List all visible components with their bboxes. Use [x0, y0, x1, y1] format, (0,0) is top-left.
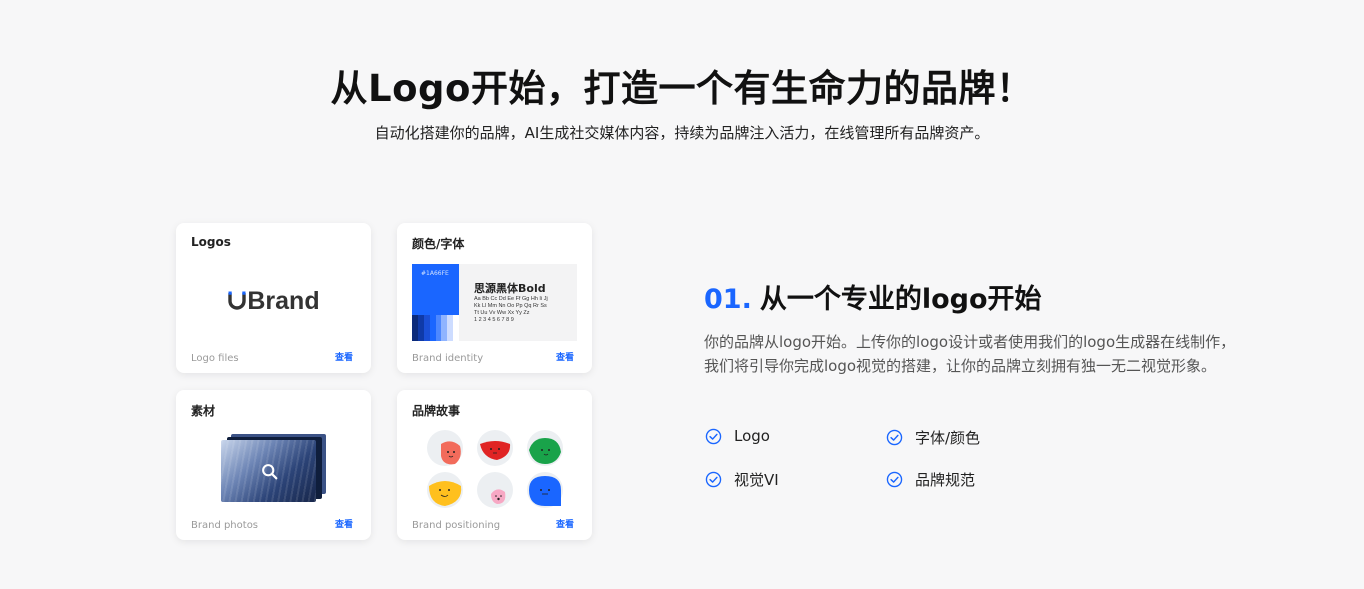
- logos-card[interactable]: Logos Brand Logo files 查看: [176, 223, 371, 373]
- font-sample-line: Aa Bb Cc Dd Ee Ff Gg Hh Ii Jj: [474, 296, 548, 302]
- emoji-face-icon: [477, 430, 513, 466]
- check-item-label: Logo: [734, 427, 770, 445]
- emoji-face-icon: [527, 430, 563, 466]
- brand-logo: Brand: [176, 287, 371, 316]
- card-footer: Brand identity: [412, 353, 484, 364]
- search-icon: [262, 464, 278, 480]
- emoji-face-icon: [477, 472, 513, 508]
- building-photo: [221, 440, 316, 502]
- color-ramp: [412, 315, 459, 341]
- color-ramp-step: [453, 315, 459, 341]
- story-card[interactable]: 品牌故事 Brand positioning 查看: [397, 390, 592, 540]
- view-identity-link[interactable]: 查看: [556, 350, 574, 363]
- brand-logo-text: Brand: [247, 287, 320, 315]
- font-name: 思源黑体Bold: [474, 282, 546, 295]
- card-title: Logos: [191, 235, 231, 249]
- check-circle-icon: [705, 428, 722, 444]
- card-title: 品牌故事: [412, 404, 461, 418]
- view-story-link[interactable]: 查看: [556, 517, 574, 530]
- card-title: 素材: [191, 404, 216, 418]
- emoji-face-icon: [427, 430, 463, 466]
- feature-title: 01. 从一个专业的logo开始: [704, 277, 1042, 316]
- color-swatch: #1A66FE: [412, 264, 459, 315]
- check-item-font-color: 字体/颜色: [886, 427, 980, 448]
- check-circle-icon: [886, 471, 903, 488]
- page-title: 从Logo开始，打造一个有生命力的品牌！: [330, 67, 1034, 110]
- font-sample-line: Kk Ll Mm Nn Oo Pp Qq Rr Ss: [474, 303, 547, 309]
- check-circle-icon: [705, 471, 722, 488]
- feature-title-text: 从一个专业的logo开始: [759, 284, 1042, 315]
- photo-stack: [221, 434, 326, 504]
- emoji-face-icon: [527, 472, 563, 508]
- identity-panel: #1A66FE 思源黑体Bold Aa Bb Cc Dd Ee Ff Gg Hh…: [412, 264, 577, 341]
- feature-description: 你的品牌从logo开始。上传你的logo设计或者使用我们的logo生成器在线制作…: [704, 333, 1236, 375]
- smile-u-icon: [227, 287, 247, 316]
- view-photos-link[interactable]: 查看: [335, 517, 353, 530]
- identity-card[interactable]: 颜色/字体 #1A66FE 思源黑体Bold Aa Bb Cc Dd Ee Ff…: [397, 223, 592, 373]
- check-item-brand-guidelines: 品牌规范: [886, 469, 975, 490]
- check-item-label: 字体/颜色: [915, 429, 981, 447]
- check-item-label: 品牌规范: [915, 471, 976, 489]
- font-sample-line: 1 2 3 4 5 6 7 8 9: [474, 317, 514, 323]
- card-title: 颜色/字体: [412, 237, 465, 251]
- page-subtitle: 自动化搭建你的品牌，AI生成社交媒体内容，持续为品牌注入活力，在线管理所有品牌资…: [374, 124, 990, 142]
- emoji-face-icon: [427, 472, 463, 508]
- feature-number: 01.: [704, 284, 752, 315]
- card-footer: Logo files: [191, 353, 239, 364]
- card-footer: Brand positioning: [412, 520, 501, 531]
- view-logos-link[interactable]: 查看: [335, 350, 353, 363]
- check-item-visual-vi: 视觉VI: [705, 469, 779, 490]
- photos-card[interactable]: 素材 Brand photos 查看: [176, 390, 371, 540]
- font-sample-line: Tt Uu Vv Ww Xx Yy Zz: [474, 310, 530, 316]
- card-footer: Brand photos: [191, 520, 259, 531]
- check-item-logo: Logo: [705, 427, 770, 445]
- check-circle-icon: [886, 429, 903, 446]
- check-item-label: 视觉VI: [734, 471, 779, 489]
- font-sample: Aa Bb Cc Dd Ee Ff Gg Hh Ii Jj Kk Ll Mm N…: [474, 296, 574, 324]
